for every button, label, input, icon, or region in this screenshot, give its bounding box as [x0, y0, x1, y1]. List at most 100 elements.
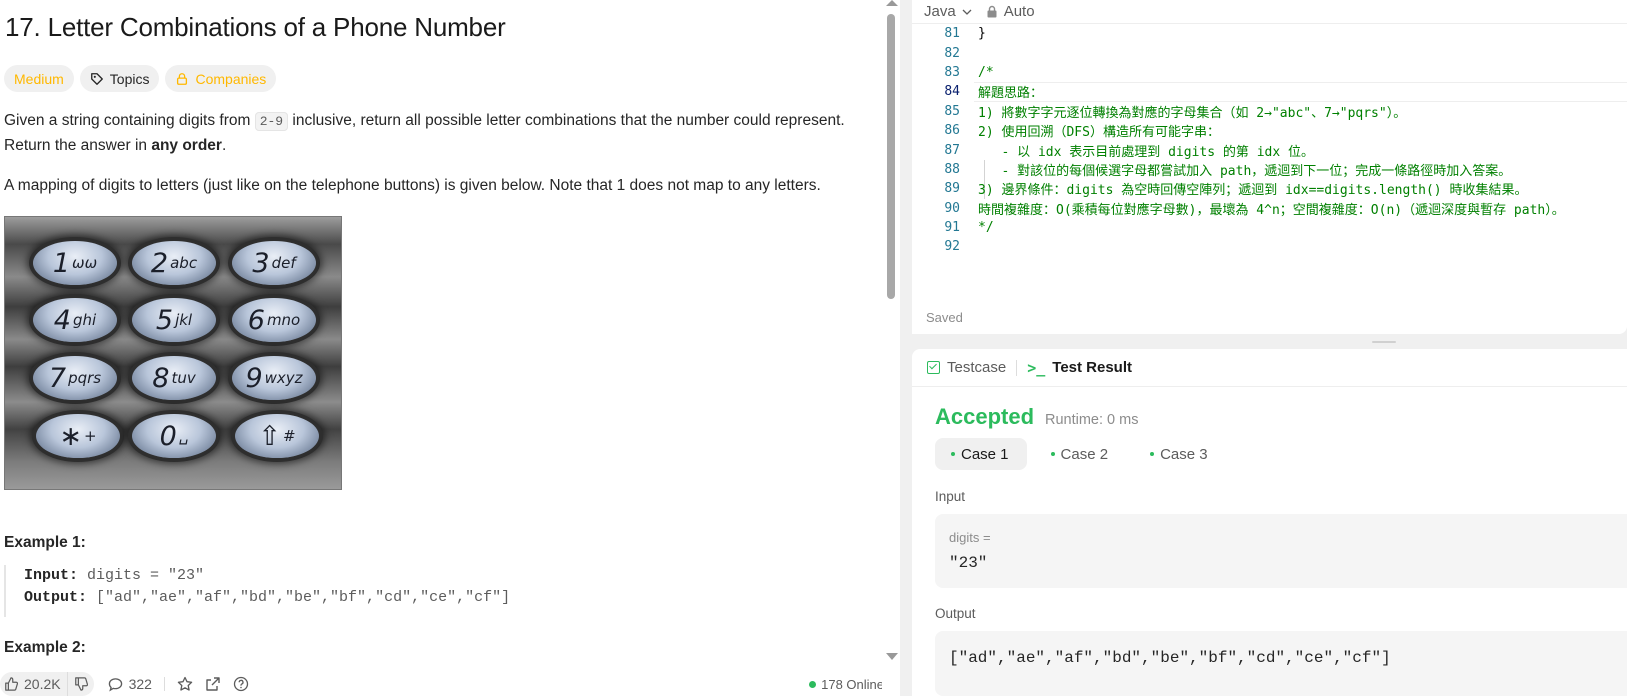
input-value: digits = "23": [78, 567, 205, 584]
code-line[interactable]: 86 2) 使用回溯（DFS）構造所有可能字串：: [912, 121, 1627, 140]
line-text: /*: [978, 64, 994, 80]
code-editor-card: Java Auto 81} 82 83 /* 84 解題思路： 85 1) 將數字字元…: [912, 0, 1627, 334]
problem-description-panel: 17. Letter Combinations of a Phone Numbe…: [0, 0, 882, 696]
key-digit: 7: [48, 362, 67, 394]
keypad-key: 9 wxyz: [232, 356, 316, 400]
output-label: Output:: [24, 589, 88, 606]
runtime-text: Runtime: 0 ms: [1045, 412, 1139, 428]
line-number: 86: [944, 123, 960, 139]
output-box: ["ad","ae","af","bd","be","bf","cd","ce"…: [935, 631, 1627, 696]
help-button[interactable]: [227, 672, 255, 696]
key-digit: 8: [152, 362, 170, 394]
case-label: Case 2: [1060, 445, 1109, 463]
code-line[interactable]: 87 - 以 idx 表示目前處理到 digits 的第 idx 位。: [912, 140, 1627, 160]
language-label: Java: [924, 3, 956, 20]
code-line[interactable]: 82: [912, 43, 1627, 62]
line-text: 2) 使用回溯（DFS）構造所有可能字串：: [978, 125, 1220, 141]
external-link-icon: [206, 677, 220, 691]
share-button[interactable]: [199, 672, 227, 696]
key-letters: mno: [266, 311, 301, 329]
line-number: 81: [944, 26, 960, 42]
lock-icon: [177, 72, 188, 85]
problem-action-bar: 20.2K 322 178 Online: [0, 672, 882, 696]
line-number: 89: [944, 181, 960, 197]
language-selector[interactable]: Java: [924, 3, 972, 20]
case-label: Case 1: [961, 445, 1009, 463]
code-line[interactable]: 90 時間複雜度：O(乘積每位對應字母數)，最壞為 4^n；空間複雜度：O(n)（…: [912, 199, 1627, 218]
scroll-thumb[interactable]: [887, 14, 895, 299]
key-letters: tuv: [171, 369, 196, 387]
key-letters: def: [271, 254, 296, 272]
like-button[interactable]: 20.2K: [0, 672, 67, 696]
key-digit: 0: [159, 420, 177, 452]
code-line[interactable]: 83 /*: [912, 63, 1627, 82]
online-dot: [809, 680, 817, 688]
divider: [163, 677, 165, 691]
key-digit: 3: [252, 247, 270, 279]
dislike-button[interactable]: [66, 672, 94, 696]
star-icon: [177, 676, 193, 691]
code-line-current[interactable]: 84 解題思路：: [912, 82, 1627, 102]
code-line[interactable]: 92: [912, 237, 1627, 256]
key-letters: +: [84, 427, 97, 445]
keypad-key: 7 pqrs: [33, 356, 117, 400]
keypad-key: 4 ghi: [33, 298, 117, 342]
companies-button[interactable]: Companies: [165, 65, 277, 92]
description-scrollbar[interactable]: [884, 0, 898, 670]
key-digit: ⇧: [258, 420, 282, 452]
output-section-label: Output: [935, 606, 976, 621]
key-letters: ghi: [72, 311, 97, 329]
tag-icon: [90, 72, 103, 85]
topics-button[interactable]: Topics: [79, 65, 160, 92]
keypad-key: 2 abc: [132, 241, 216, 285]
companies-label: Companies: [195, 70, 267, 87]
panel-resize-handle[interactable]: [1372, 341, 1396, 343]
case-tab-3[interactable]: Case 3: [1134, 438, 1226, 470]
code-area[interactable]: 81} 82 83 /* 84 解題思路： 85 1) 將數字字元逐位轉換為對應的字母…: [912, 24, 1627, 257]
case-tabs: Case 1 Case 2 Case 3: [935, 438, 1226, 470]
keypad-key: 8 tuv: [132, 356, 216, 400]
line-text: 3) 邊界條件：digits 為空時回傳空陣列；遞迴到 idx==digits.…: [978, 183, 1528, 199]
code-line[interactable]: 81}: [912, 24, 1627, 43]
comments-button[interactable]: 322: [102, 672, 158, 696]
problem-tags: Medium Topics Companies: [4, 65, 277, 92]
case-tab-2[interactable]: Case 2: [1035, 438, 1127, 470]
case-tab-1[interactable]: Case 1: [935, 438, 1027, 470]
line-text: - 對該位的每個候選字母都嘗試加入 path，遞迴到下一位；完成一條路徑時加入答…: [978, 163, 1512, 179]
thumbs-down-icon: [74, 677, 88, 691]
line-text: 解題思路：: [978, 86, 1044, 102]
favorite-button[interactable]: [171, 672, 199, 696]
auto-mode-toggle[interactable]: Auto: [986, 3, 1035, 20]
key-letters: ωω: [72, 254, 98, 272]
tab-testcase-label: Testcase: [947, 359, 1007, 376]
key-letters: ␣: [178, 427, 189, 445]
difficulty-badge: Medium: [4, 65, 74, 92]
scroll-down-arrow-icon[interactable]: [886, 653, 898, 660]
key-digit: 5: [155, 304, 174, 336]
tab-test-result[interactable]: >_ Test Result: [1027, 359, 1132, 377]
example-1-title: Example 1:: [4, 534, 86, 551]
line-text: - 以 idx 表示目前處理到 digits 的第 idx 位。: [978, 144, 1315, 160]
desc-text: Return the answer in: [4, 137, 152, 154]
code-line[interactable]: 89 3) 邊界條件：digits 為空時回傳空陣列；遞迴到 idx==digit…: [912, 179, 1627, 198]
chevron-down-icon: [962, 9, 972, 15]
keypad-key: 0 ␣: [132, 414, 216, 458]
key-letters: jkl: [175, 311, 193, 329]
mode-label: Auto: [1003, 3, 1035, 20]
thumbs-up-icon: [5, 677, 18, 691]
tab-divider: [1016, 359, 1018, 376]
example-2-title: Example 2:: [4, 639, 86, 656]
code-line[interactable]: 91 */: [912, 218, 1627, 237]
line-number: 83: [944, 64, 960, 80]
desc-text: inclusive, return all possible letter co…: [288, 112, 845, 129]
scroll-up-arrow-icon[interactable]: [886, 0, 898, 6]
line-number: 87: [944, 142, 960, 158]
comment-icon: [108, 677, 122, 692]
line-number: 82: [944, 45, 960, 61]
tab-testcase[interactable]: Testcase: [927, 359, 1006, 376]
line-number: 90: [944, 200, 960, 216]
code-line[interactable]: 88 - 對該位的每個候選字母都嘗試加入 path，遞迴到下一位；完成一條路徑時…: [912, 160, 1627, 179]
description-paragraph-2: A mapping of digits to letters (just lik…: [4, 177, 821, 194]
code-line[interactable]: 85 1) 將數字字元逐位轉換為對應的字母集合（如 2→"abc"、7→"pqrs…: [912, 102, 1627, 121]
desc-text: .: [221, 137, 227, 154]
